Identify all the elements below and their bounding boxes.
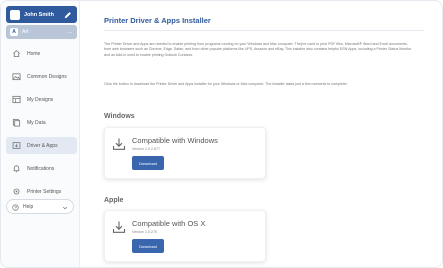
download-icon	[112, 137, 126, 151]
help-dropdown[interactable]: Help	[6, 199, 74, 214]
page-title: Printer Driver & Apps Installer	[104, 16, 211, 25]
image-icon	[12, 72, 21, 81]
sidebar-item-label: Home	[27, 50, 41, 57]
download-windows-button[interactable]: Download	[132, 156, 164, 170]
sidebar-item-label: Notifications	[27, 165, 55, 172]
design-icon	[12, 95, 21, 104]
org-name: Art	[22, 29, 29, 35]
section-title-apple: Apple	[104, 197, 124, 204]
sidebar-item-label: Printer Settings	[27, 188, 62, 195]
sidebar: John Smith A Art ... Home Common Designs	[1, 1, 80, 267]
sidebar-item-common-designs[interactable]: Common Designs	[6, 68, 77, 85]
help-label: Help	[23, 203, 34, 210]
download-mac-button[interactable]: Download	[132, 239, 164, 253]
avatar	[10, 9, 20, 20]
user-menu[interactable]: John Smith	[6, 6, 77, 23]
sidebar-item-my-designs[interactable]: My Designs	[6, 91, 77, 108]
org-selector[interactable]: A Art ...	[6, 25, 77, 39]
sidebar-item-label: My Designs	[27, 96, 54, 103]
section-title-windows: Windows	[104, 113, 135, 120]
help-icon	[12, 198, 19, 216]
more-icon[interactable]: ...	[66, 29, 73, 35]
download-card-windows: Compatible with Windows Version 1.0.2.67…	[104, 127, 266, 179]
sidebar-item-label: Driver & Apps	[27, 142, 58, 149]
pencil-icon[interactable]	[63, 10, 73, 20]
version-label: Version 1.0.2.677	[132, 147, 160, 151]
download-icon	[12, 141, 21, 150]
sidebar-item-driver-apps[interactable]: Driver & Apps	[6, 137, 77, 154]
main-content: Printer Driver & Apps Installer The Prin…	[89, 1, 442, 267]
gear-icon	[12, 187, 21, 196]
home-icon	[12, 49, 21, 58]
database-icon	[12, 118, 21, 127]
title-divider	[104, 30, 424, 31]
card-title: Compatible with OS X	[132, 219, 206, 228]
sidebar-item-my-data[interactable]: My Data	[6, 114, 77, 131]
sidebar-item-home[interactable]: Home	[6, 45, 77, 62]
bell-icon	[12, 164, 21, 173]
download-icon	[112, 220, 126, 234]
org-badge: A	[10, 28, 18, 36]
instructions-paragraph: Click the button to download the Printer…	[104, 82, 347, 86]
chevron-down-icon	[62, 198, 68, 216]
download-card-apple: Compatible with OS X Version 1.0.275 Dow…	[104, 210, 266, 262]
user-name: John Smith	[24, 11, 54, 18]
sidebar-item-label: My Data	[27, 119, 46, 126]
version-label: Version 1.0.275	[132, 230, 157, 234]
sidebar-nav: Home Common Designs My Designs My Data D…	[6, 45, 77, 206]
app-window: John Smith A Art ... Home Common Designs	[0, 0, 443, 268]
intro-paragraph: The Printer Driver and Apps are needed t…	[104, 42, 412, 57]
sidebar-item-label: Common Designs	[27, 73, 67, 80]
card-title: Compatible with Windows	[132, 136, 218, 145]
sidebar-item-notifications[interactable]: Notifications	[6, 160, 77, 177]
